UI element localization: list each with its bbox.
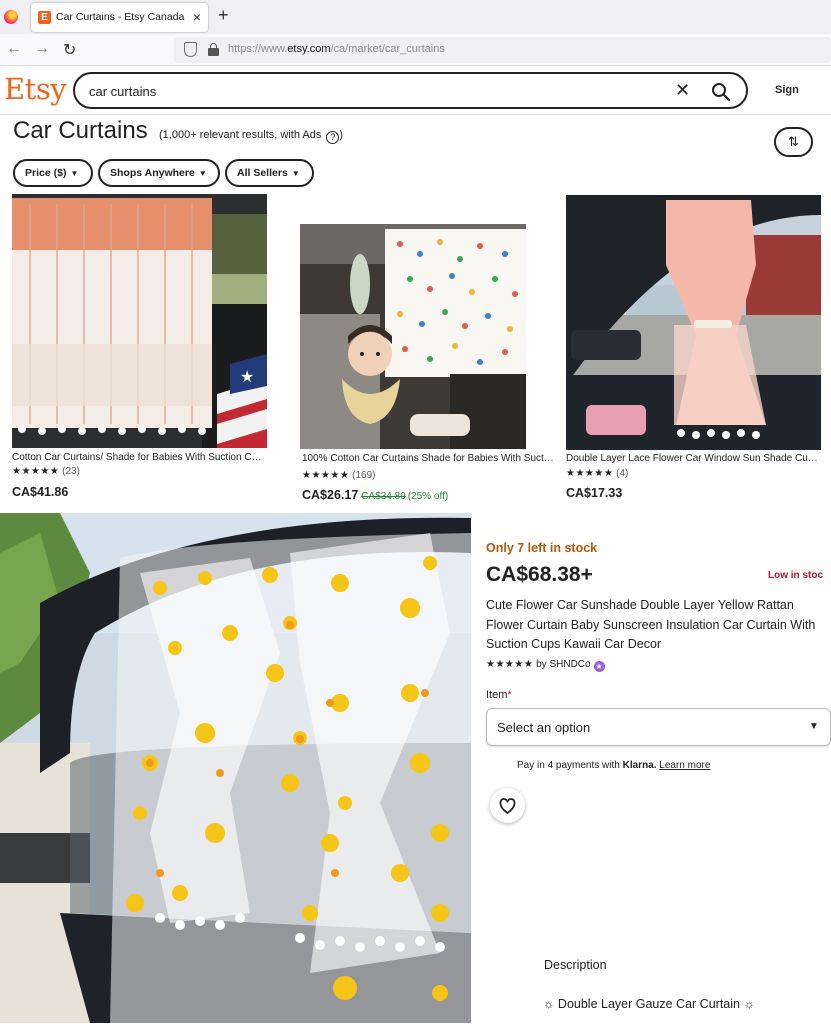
klarna-notice: Pay in 4 payments with Klarna. Learn mor… xyxy=(517,760,710,771)
listing-title[interactable]: Cotton Car Curtains/ Shade for Babies Wi… xyxy=(12,452,264,463)
original-price: CA$34.89 xyxy=(361,491,406,502)
etsy-logo[interactable]: Etsy xyxy=(4,72,67,106)
klarna-logo: Klarna. xyxy=(622,760,657,771)
site-header: Etsy ✕ Sign xyxy=(0,67,831,115)
listing-price: CA$26.17 CA$34.89 (25% off) xyxy=(302,488,448,502)
discount-badge: (25% off) xyxy=(407,491,449,502)
forward-button[interactable]: → xyxy=(34,40,50,58)
featured-listing-image[interactable] xyxy=(0,513,471,1023)
results-count-text: (1,000+ relevant results, with Ads xyxy=(159,129,322,141)
sale-price: CA$26.17 xyxy=(302,488,359,502)
listing-image[interactable] xyxy=(300,224,526,449)
item-option-select[interactable]: Select an option ▼ xyxy=(486,708,831,746)
review-count: (23) xyxy=(62,466,80,477)
back-button[interactable]: ← xyxy=(6,40,22,58)
item-label-text: Item xyxy=(486,689,508,701)
url-prefix: https://www. xyxy=(228,43,288,55)
search-input[interactable] xyxy=(89,81,649,101)
browser-tab[interactable]: E Car Curtains - Etsy Canada × xyxy=(31,3,208,32)
tracking-shield-icon[interactable] xyxy=(184,42,197,57)
filter-shops[interactable]: Shops Anywhere ▼ xyxy=(98,159,220,187)
browser-nav-bar: ← → ↻ https://www.etsy.com/ca/market/car… xyxy=(0,34,831,66)
chevron-down-icon: ▼ xyxy=(70,169,79,178)
stock-notice: Only 7 left in stock xyxy=(486,541,598,555)
filter-sellers-label: All Sellers xyxy=(237,167,288,179)
select-placeholder: Select an option xyxy=(497,720,591,735)
info-icon[interactable]: ? xyxy=(326,131,340,144)
results-count-close: ) xyxy=(339,129,344,141)
tab-title: Car Curtains - Etsy Canada xyxy=(56,11,185,23)
new-tab-button[interactable]: + xyxy=(218,5,229,26)
svg-text:★: ★ xyxy=(240,369,254,386)
firefox-icon[interactable] xyxy=(4,10,18,24)
listing-rating: ★★★★★ (4) xyxy=(566,468,628,479)
listing-image[interactable]: ★ xyxy=(12,194,267,448)
search-icon[interactable] xyxy=(711,82,731,102)
address-bar[interactable]: https://www.etsy.com/ca/market/car_curta… xyxy=(174,37,831,63)
clear-search-icon[interactable]: ✕ xyxy=(675,80,690,101)
star-seller-icon: ★ xyxy=(593,661,605,672)
search-bar[interactable]: ✕ xyxy=(73,72,748,109)
browser-tab-bar: E Car Curtains - Etsy Canada × + xyxy=(0,0,831,34)
filter-sellers[interactable]: All Sellers ▼ xyxy=(225,159,314,187)
filter-price-label: Price ($) xyxy=(25,167,67,179)
low-stock-badge: Low in stoc xyxy=(768,570,823,581)
featured-price: CA$68.38+ xyxy=(486,563,593,586)
chevron-down-icon: ▼ xyxy=(809,721,819,732)
featured-title[interactable]: Cute Flower Car Sunshade Double Layer Ye… xyxy=(486,596,826,655)
page-title: Car Curtains xyxy=(13,117,148,144)
description-text: ☼ Double Layer Gauze Car Curtain ☼ xyxy=(543,997,755,1011)
listing-title[interactable]: 100% Cotton Car Curtains Shade for Babie… xyxy=(302,453,554,464)
sign-in-link[interactable]: Sign xyxy=(775,84,799,96)
url-domain: etsy.com xyxy=(287,43,331,55)
listing-rating: ★★★★★ (169) xyxy=(302,470,375,481)
url-path: /ca/market/car_curtains xyxy=(330,43,445,55)
sort-button[interactable]: ⇅ xyxy=(774,127,813,157)
chevron-down-icon: ▼ xyxy=(291,169,300,178)
listing-rating: ★★★★★ (23) xyxy=(12,466,80,477)
etsy-favicon-icon: E xyxy=(38,11,51,24)
listing-image[interactable] xyxy=(566,195,821,450)
by-label: by xyxy=(536,659,547,670)
results-count: (1,000+ relevant results, with Ads ?) xyxy=(159,129,343,144)
star-rating-icon: ★★★★★ xyxy=(302,470,350,481)
url-text[interactable]: https://www.etsy.com/ca/market/car_curta… xyxy=(228,43,445,55)
review-count: (4) xyxy=(616,468,629,479)
star-rating-icon: ★★★★★ xyxy=(566,468,614,479)
lock-icon[interactable] xyxy=(208,43,219,56)
star-rating-icon: ★★★★★ xyxy=(12,466,60,477)
required-marker: * xyxy=(507,689,512,701)
reload-button[interactable]: ↻ xyxy=(63,40,76,60)
listing-title[interactable]: Double Layer Lace Flower Car Window Sun … xyxy=(566,453,818,464)
heart-icon xyxy=(499,798,516,814)
item-label: Item* xyxy=(486,689,512,701)
close-tab-icon[interactable]: × xyxy=(193,9,201,25)
featured-rating: ★★★★★ by SHNDCo ★ xyxy=(486,659,605,672)
chevron-down-icon: ▼ xyxy=(198,169,207,178)
learn-more-link[interactable]: Learn more xyxy=(659,760,710,771)
filter-price[interactable]: Price ($) ▼ xyxy=(13,159,93,187)
listing-price: CA$41.86 xyxy=(12,485,69,499)
star-rating-icon: ★★★★★ xyxy=(486,659,534,670)
review-count: (169) xyxy=(352,470,376,481)
listing-price: CA$17.33 xyxy=(566,486,623,500)
klarna-prefix: Pay in 4 payments with xyxy=(517,760,620,771)
favorite-button[interactable] xyxy=(490,788,525,823)
filter-shops-label: Shops Anywhere xyxy=(110,167,195,179)
description-label[interactable]: Description xyxy=(544,958,607,972)
shop-name-link[interactable]: SHNDCo xyxy=(549,659,590,670)
